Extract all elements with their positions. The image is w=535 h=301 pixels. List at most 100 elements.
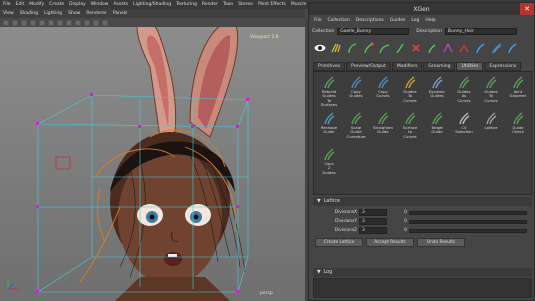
utility-tool-icon [484,111,498,125]
utility-tool-button[interactable]: Caps 2 Guides [317,147,341,175]
collapse-arrow-icon: ▼ [317,270,321,275]
utility-tool-button[interactable]: Surface to Curves [398,111,422,139]
app-menu-item[interactable]: Render [202,2,218,7]
move-guide-icon[interactable] [361,41,375,55]
lattice-division-slider[interactable] [409,211,527,215]
lattice-division-slider[interactable] [409,220,527,224]
app-menu-item[interactable]: Create [49,2,64,7]
shaded-icon[interactable] [39,19,45,26]
accept-results-button[interactable]: Accept Results [366,238,414,247]
tab-grooming[interactable]: Grooming [423,62,456,71]
xgen-menu-item[interactable]: Descriptions [356,18,384,23]
utility-tool-button[interactable]: Guide Check [506,111,530,135]
utility-tool-button[interactable]: Guides As Curves [452,75,476,103]
app-menu-item[interactable]: File [3,2,11,7]
app-menu-item[interactable]: Texturing [176,2,197,7]
utility-tool-button[interactable]: Straighten Guide [371,111,395,135]
preview-icon[interactable] [441,41,455,55]
utility-tool-label: Caps 2 Guides [322,161,336,175]
log-area[interactable] [313,278,532,298]
lattice-division-input[interactable]: 3 [359,209,387,216]
viewport-menu-item[interactable]: Lighting [44,11,62,16]
lattice-division-slider[interactable] [409,229,527,233]
utility-tool-button[interactable]: Dynamic Guides [425,75,449,99]
viewport-menu-item[interactable]: Renderer [86,11,107,16]
lattice-section-header[interactable]: ▼ Lattice [313,197,532,206]
close-button[interactable]: ✕ [520,3,534,15]
tab-expressions[interactable]: Expressions [484,62,522,71]
utility-tool-button[interactable]: Copy Guides [344,75,368,99]
utility-tool-label: Reshape Guide [320,125,338,135]
xgen-menu-item[interactable]: File [314,18,322,23]
3d-viewport[interactable]: Viewport 2.0 persp [0,27,305,301]
app-menu-item[interactable]: Paint Effects [258,2,286,7]
tab-utilities[interactable]: Utilities [456,62,484,71]
wireframe-icon[interactable] [30,19,36,26]
utility-tool-icon [457,75,471,89]
utility-tool-label: Surface to Curves [402,125,418,139]
app-menu-item[interactable]: Toon [223,2,233,7]
app-menu-item[interactable]: Muscle [291,2,307,7]
camera-icon[interactable] [3,19,9,26]
light-icon[interactable] [57,19,63,26]
undo-results-button[interactable]: Undo Results [417,238,465,247]
utility-tool-button[interactable]: Lattice [479,111,503,130]
xgen-menu-item[interactable]: Collection [328,18,350,23]
log-section-header[interactable]: ▼ Log [313,268,532,277]
utility-tool-icon [403,75,417,89]
field-chart-icon[interactable] [102,19,108,26]
lattice-division-input[interactable]: 3 [359,218,387,225]
tab-preview-output[interactable]: Preview/Output [346,62,391,71]
texture-icon[interactable] [48,19,54,26]
utility-tool-button[interactable]: Copy Curves [371,75,395,99]
add-guide-icon[interactable] [345,41,359,55]
app-menu-item[interactable]: Window [91,2,109,7]
delete-guide-icon[interactable] [409,41,423,55]
create-lattice-button[interactable]: Create Lattice [315,238,363,247]
guide-length-icon[interactable] [393,41,407,55]
grid-icon[interactable] [21,19,27,26]
xray-icon[interactable] [84,19,90,26]
xgen-menu-item[interactable]: Help [425,18,435,23]
viewport-menu-item[interactable]: Shading [20,11,38,16]
tab-modifiers[interactable]: Modifiers [391,62,423,71]
settings-icon[interactable] [505,41,519,55]
clump-guide-icon[interactable] [425,41,439,55]
tab-primitives[interactable]: Primitives [313,62,346,71]
update-preview-icon[interactable] [457,41,471,55]
app-menu-item[interactable]: Lighting/Shading [133,2,171,7]
render-icon[interactable] [473,41,487,55]
resolution-gate-icon[interactable] [93,19,99,26]
viewport-menu-item[interactable]: Panels [113,11,127,16]
viewport-toolbar [0,18,305,27]
utility-tool-label: Straighten Guide [373,125,393,135]
app-menu-item[interactable]: Display [69,2,86,7]
eye-visibility-icon[interactable] [313,41,327,55]
viewport-menu-item[interactable]: View [3,11,14,16]
collection-dropdown[interactable]: Gaelle_Bunny [337,27,410,35]
app-menu-item[interactable]: Stereo [238,2,253,7]
utility-tool-button[interactable]: Rebuild Guides To Surfaces [317,75,341,108]
app-menu-item[interactable]: Assets [113,2,128,7]
isolate-icon[interactable] [75,19,81,26]
description-dropdown[interactable]: Bunny_Hair [444,27,517,35]
utility-tool-button[interactable]: Joint Groomer [506,75,530,99]
app-menu-item[interactable]: Edit [16,2,25,7]
xgen-menu-item[interactable]: Log [411,18,419,23]
grooming-brush-icon[interactable] [329,41,343,55]
utility-tool-button[interactable]: Scale Guide Curvature [344,111,368,139]
viewport-menu-item[interactable]: Show [68,11,80,16]
utility-tool-button[interactable]: Guides To Curves [398,75,422,103]
lattice-division-input[interactable]: 3 [359,227,387,234]
utility-tool-button[interactable]: Reshape Guide [317,111,341,135]
utility-tool-button[interactable]: Target Guide [425,111,449,135]
shadow-icon[interactable] [66,19,72,26]
utility-tool-button[interactable]: CV Selection [452,111,476,135]
utility-tool-button[interactable]: Guides To Curves [479,75,503,103]
hair-icon[interactable] [489,41,503,55]
guide-tool-icon[interactable] [377,41,391,55]
bookmark-icon[interactable] [12,19,18,26]
xgen-tab-bar: Primitives Preview/Output Modifiers Groomin… [313,62,532,71]
app-menu-item[interactable]: Modify [29,2,44,7]
xgen-menu-item[interactable]: Guides [390,18,406,23]
